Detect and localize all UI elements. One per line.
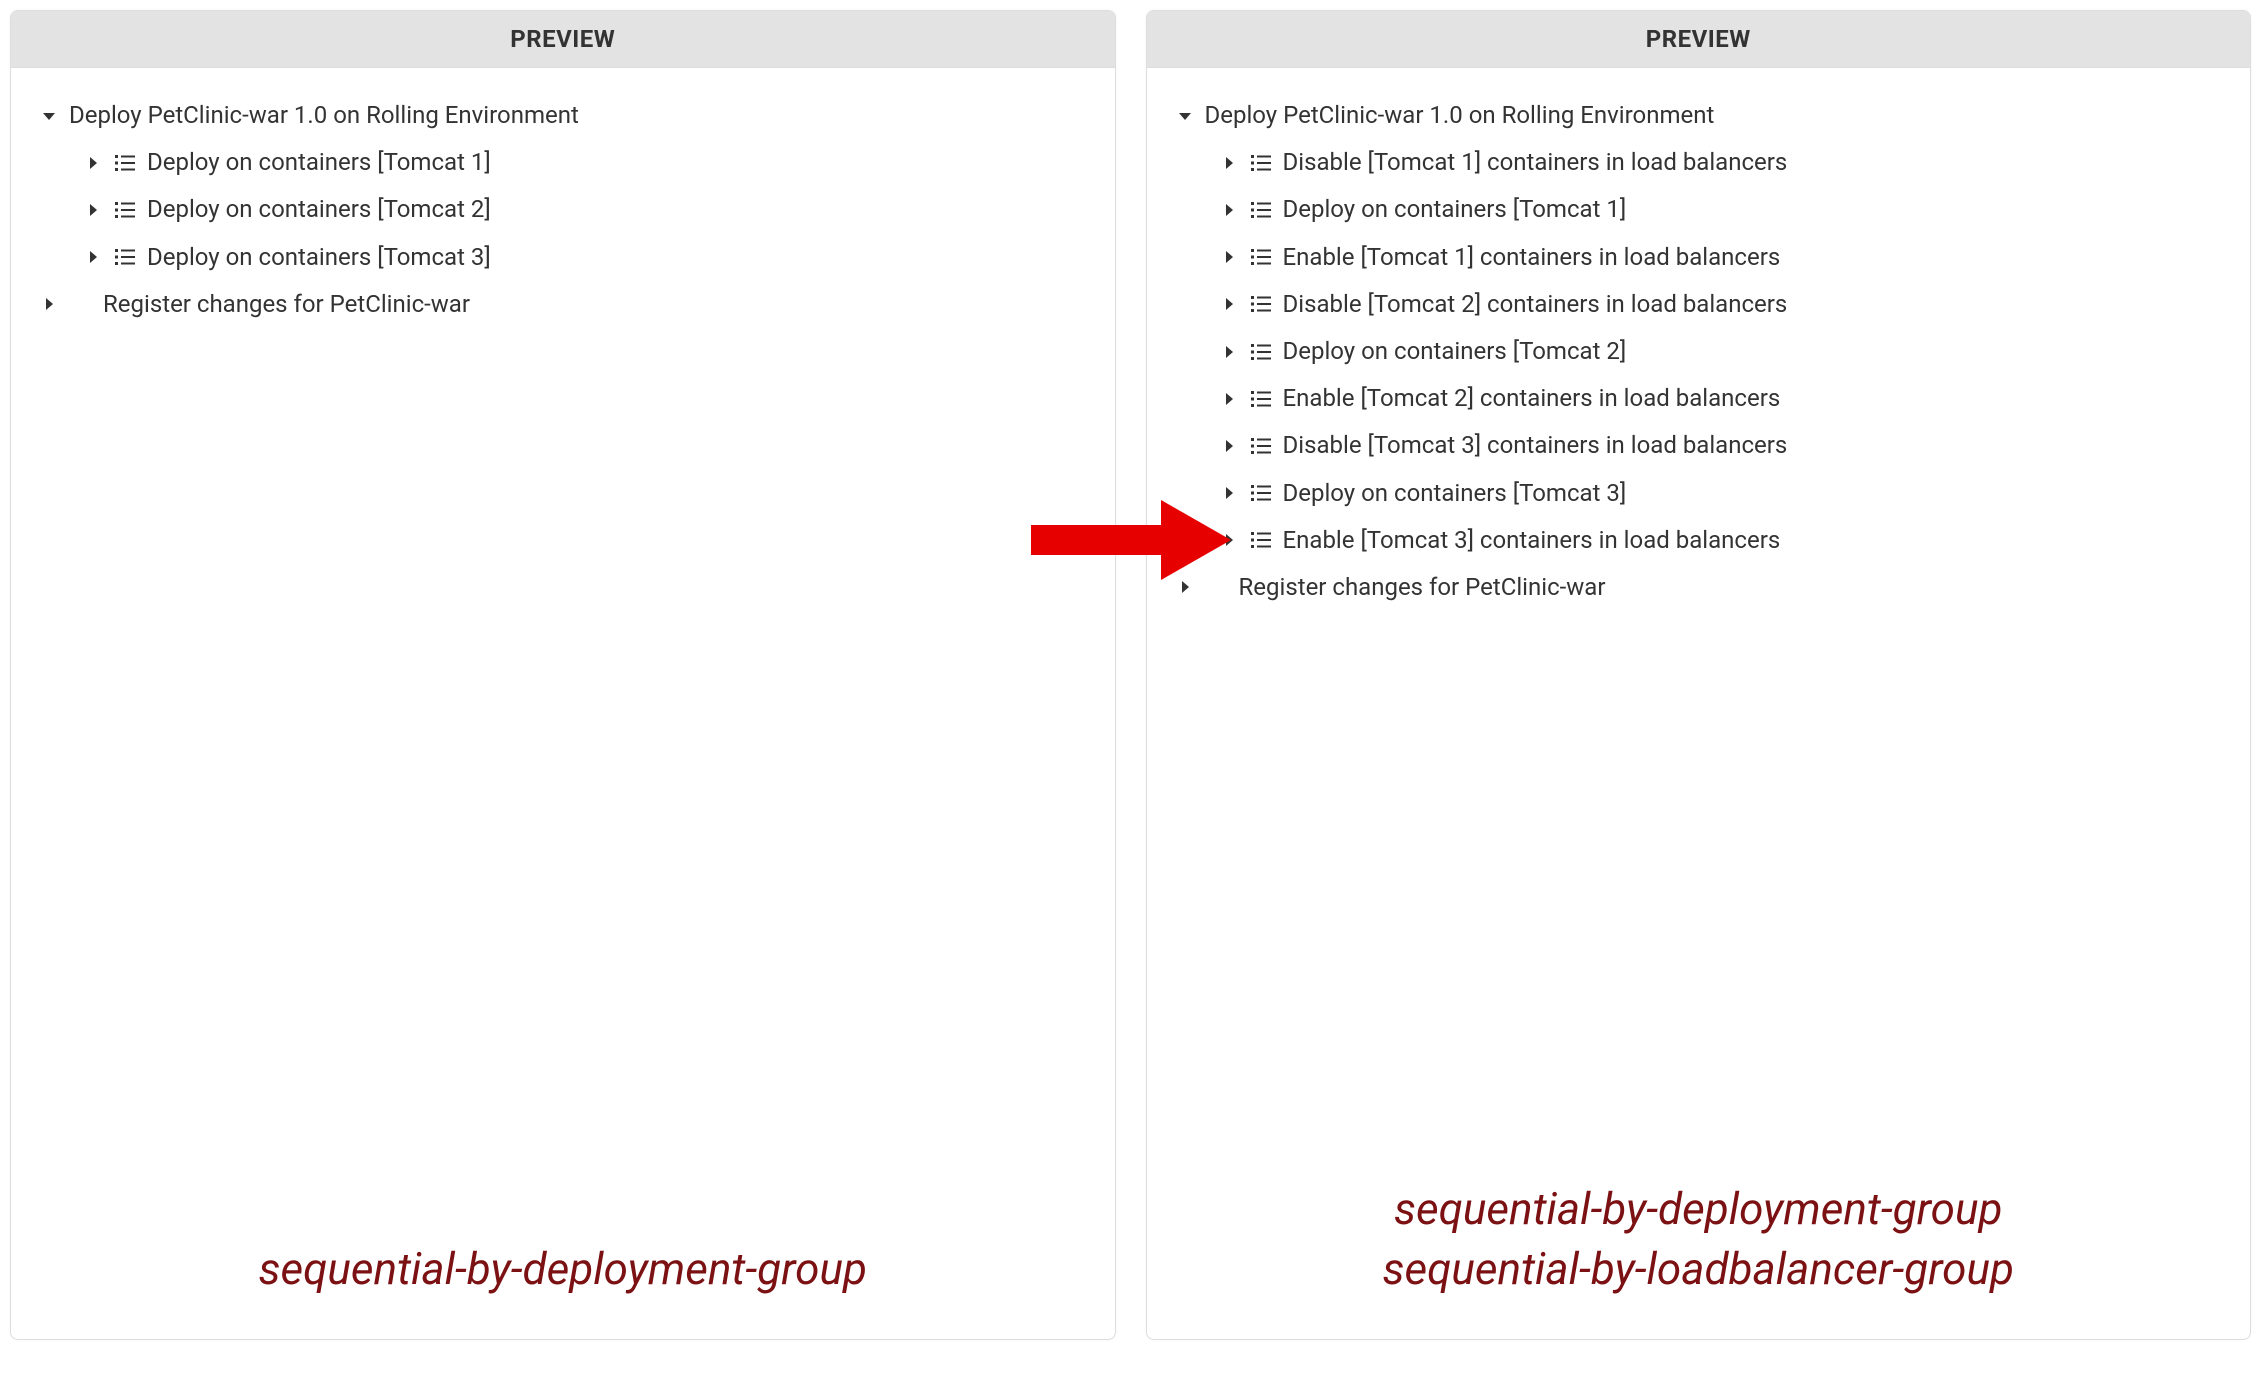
tree-node-label: Register changes for PetClinic-war: [1239, 572, 1606, 603]
caret-right-icon: [83, 200, 103, 220]
caption-line: sequential-by-deployment-group: [1187, 1180, 2211, 1239]
caret-right-icon: [1219, 342, 1239, 362]
caret-down-icon: [1175, 106, 1195, 126]
tree-node-root[interactable]: Register changes for PetClinic-war: [1175, 564, 2223, 611]
tree-node-root[interactable]: Deploy PetClinic-war 1.0 on Rolling Envi…: [39, 92, 1087, 139]
tree-node-child[interactable]: Disable [Tomcat 3] containers in load ba…: [1175, 422, 2223, 469]
tree-node-label: Disable [Tomcat 1] containers in load ba…: [1283, 147, 1788, 178]
tree-node-child[interactable]: Enable [Tomcat 2] containers in load bal…: [1175, 375, 2223, 422]
caret-right-icon: [1219, 483, 1239, 503]
panel-header-right: PREVIEW: [1147, 11, 2251, 68]
tree-node-child[interactable]: Enable [Tomcat 3] containers in load bal…: [1175, 517, 2223, 564]
tree-node-child[interactable]: Disable [Tomcat 1] containers in load ba…: [1175, 139, 2223, 186]
tree-node-child[interactable]: Disable [Tomcat 2] containers in load ba…: [1175, 281, 2223, 328]
tree-node-label: Enable [Tomcat 3] containers in load bal…: [1283, 525, 1781, 556]
caret-right-icon: [1219, 247, 1239, 267]
tree-node-child[interactable]: Deploy on containers [Tomcat 2]: [39, 186, 1087, 233]
comparison-layout: PREVIEW Deploy PetClinic-war 1.0 on Roll…: [10, 10, 2251, 1340]
tree-node-child[interactable]: Deploy on containers [Tomcat 3]: [1175, 470, 2223, 517]
caret-right-icon: [1219, 153, 1239, 173]
caret-right-icon: [83, 153, 103, 173]
tree-node-label: Deploy PetClinic-war 1.0 on Rolling Envi…: [1205, 100, 1715, 131]
caption-area-left: sequential-by-deployment-group: [11, 1240, 1115, 1339]
list-icon: [113, 245, 137, 269]
list-icon: [1249, 434, 1273, 458]
right-panel: PREVIEW Deploy PetClinic-war 1.0 on Roll…: [1146, 10, 2252, 1340]
caret-right-icon: [1219, 294, 1239, 314]
tree-node-label: Deploy on containers [Tomcat 1]: [1283, 194, 1627, 225]
list-icon: [113, 198, 137, 222]
list-icon: [1249, 151, 1273, 175]
caption-area-right: sequential-by-deployment-group sequentia…: [1147, 1180, 2251, 1339]
left-panel: PREVIEW Deploy PetClinic-war 1.0 on Roll…: [10, 10, 1116, 1340]
list-icon: [1249, 245, 1273, 269]
tree-node-label: Enable [Tomcat 1] containers in load bal…: [1283, 242, 1781, 273]
caret-down-icon: [39, 106, 59, 126]
tree-node-label: Deploy on containers [Tomcat 2]: [147, 194, 491, 225]
caret-right-icon: [1219, 436, 1239, 456]
caret-right-icon: [1219, 200, 1239, 220]
caption-line: sequential-by-deployment-group: [51, 1240, 1075, 1299]
list-icon: [113, 151, 137, 175]
tree-node-label: Deploy on containers [Tomcat 3]: [1283, 478, 1627, 509]
caret-right-icon: [1219, 389, 1239, 409]
tree-node-label: Deploy on containers [Tomcat 3]: [147, 242, 491, 273]
panel-header-left: PREVIEW: [11, 11, 1115, 68]
tree-node-label: Deploy on containers [Tomcat 1]: [147, 147, 491, 178]
tree-node-label: Disable [Tomcat 3] containers in load ba…: [1283, 430, 1788, 461]
tree-node-child[interactable]: Deploy on containers [Tomcat 3]: [39, 234, 1087, 281]
tree-node-label: Disable [Tomcat 2] containers in load ba…: [1283, 289, 1788, 320]
list-icon: [1249, 481, 1273, 505]
tree-node-child[interactable]: Enable [Tomcat 1] containers in load bal…: [1175, 234, 2223, 281]
caret-right-icon: [1219, 530, 1239, 550]
arrow-wrap: [1116, 10, 1146, 1340]
tree-node-label: Deploy PetClinic-war 1.0 on Rolling Envi…: [69, 100, 579, 131]
tree-node-root[interactable]: Register changes for PetClinic-war: [39, 281, 1087, 328]
tree-right: Deploy PetClinic-war 1.0 on Rolling Envi…: [1147, 68, 2251, 908]
tree-node-child[interactable]: Deploy on containers [Tomcat 1]: [39, 139, 1087, 186]
tree-node-label: Deploy on containers [Tomcat 2]: [1283, 336, 1627, 367]
tree-node-label: Enable [Tomcat 2] containers in load bal…: [1283, 383, 1781, 414]
tree-node-child[interactable]: Deploy on containers [Tomcat 2]: [1175, 328, 2223, 375]
list-icon: [1249, 528, 1273, 552]
list-icon: [1249, 292, 1273, 316]
caret-right-icon: [39, 294, 59, 314]
caption-line: sequential-by-loadbalancer-group: [1187, 1240, 2211, 1299]
tree-node-label: Register changes for PetClinic-war: [103, 289, 470, 320]
tree-node-root[interactable]: Deploy PetClinic-war 1.0 on Rolling Envi…: [1175, 92, 2223, 139]
list-icon: [1249, 387, 1273, 411]
list-icon: [1249, 340, 1273, 364]
tree-node-child[interactable]: Deploy on containers [Tomcat 1]: [1175, 186, 2223, 233]
list-icon: [1249, 198, 1273, 222]
caret-right-icon: [1175, 577, 1195, 597]
caret-right-icon: [83, 247, 103, 267]
tree-left: Deploy PetClinic-war 1.0 on Rolling Envi…: [11, 68, 1115, 796]
